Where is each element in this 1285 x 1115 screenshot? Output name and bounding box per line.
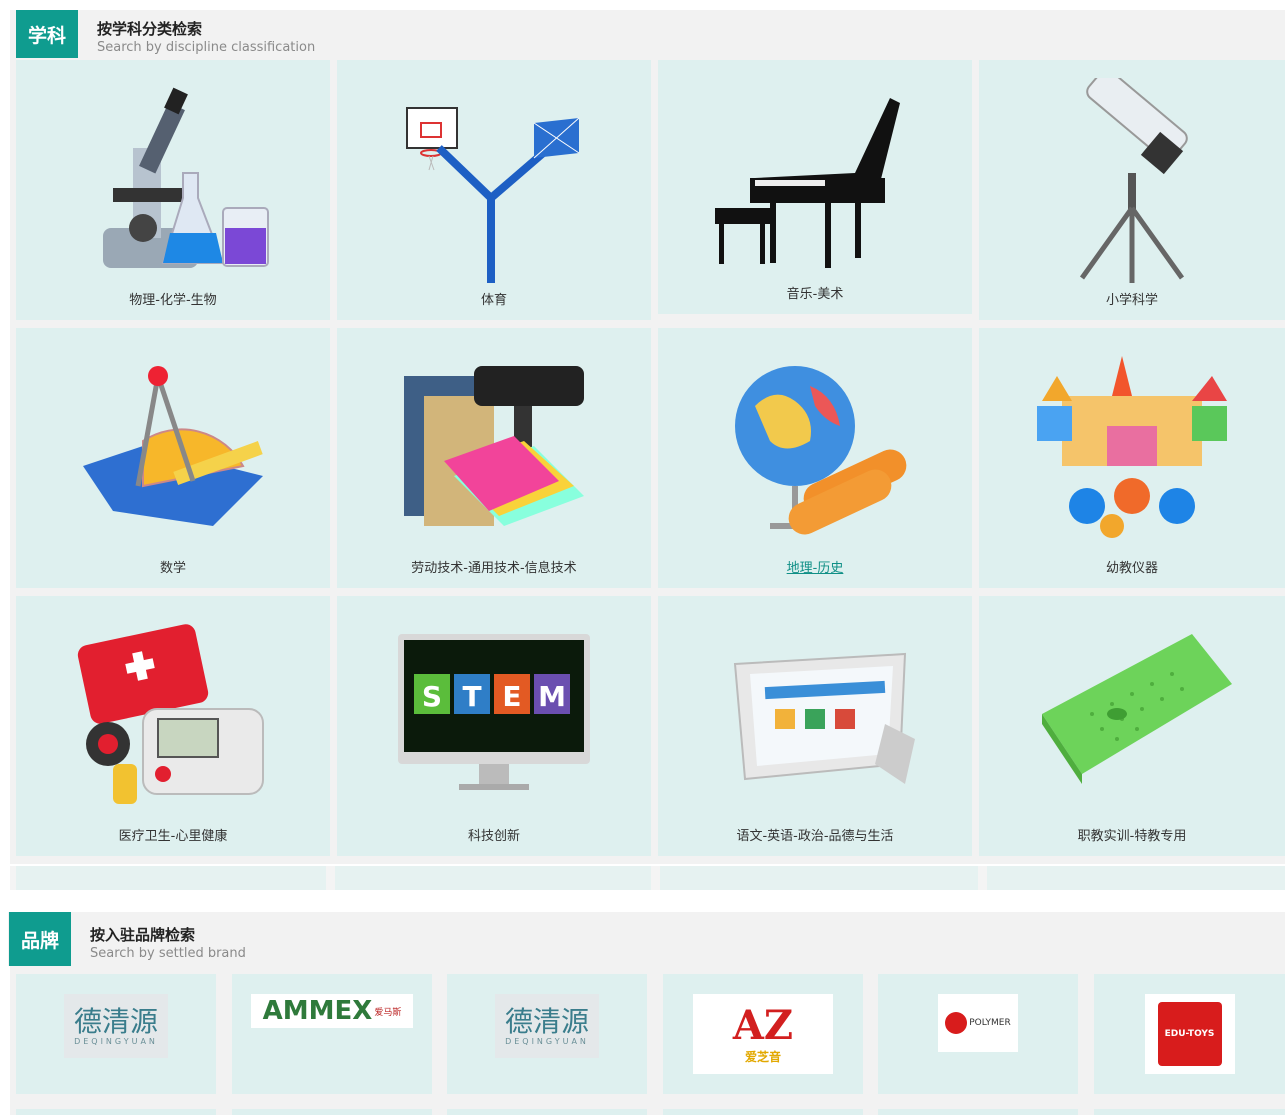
polymer-mark-icon [945, 1012, 968, 1034]
subject-section-header: 学科 按学科分类检索 Search by discipline classifi… [10, 10, 1285, 58]
subject-card-labor-tech[interactable]: 劳动技术-通用技术-信息技术 [337, 328, 651, 588]
subject-card-medical[interactable]: 医疗卫生-心里健康 [16, 596, 330, 856]
piano-icon [715, 98, 900, 268]
subject-section-title: 按学科分类检索 [97, 20, 203, 38]
brand-card[interactable]: 德清源 DEQINGYUAN [447, 974, 647, 1094]
subject-grid: 物理-化学-生物 体育 音乐-美术 小学科学 数学 劳动技术-通用技术-信息技术… [10, 58, 1285, 864]
edu-toys-logo: EDU-TOYS [1144, 994, 1235, 1074]
braille-board-icon [1042, 634, 1232, 784]
subject-label: 音乐-美术 [786, 287, 844, 302]
telescope-icon [1079, 78, 1188, 283]
ammex-logo: AMMEX 爱马斯 [251, 994, 413, 1028]
brand-card[interactable]: 德清源 DEQINGYUAN [16, 974, 216, 1094]
subject-label: 语文-英语-政治-品德与生活 [736, 829, 894, 844]
subject-card-sports[interactable]: 体育 [337, 60, 651, 320]
svg-text:S: S [422, 680, 442, 713]
subject-card-language-politics[interactable]: 语文-英语-政治-品德与生活 [658, 596, 972, 856]
toy-blocks-icon [1037, 356, 1227, 538]
subject-section-subtitle: Search by discipline classification [97, 40, 316, 55]
brand-grid: 德清源 DEQINGYUAN AMMEX 爱马斯 德清源 DEQINGYUAN … [10, 966, 1285, 1115]
subject-label: 小学科学 [1105, 293, 1158, 308]
globe-scroll-icon [735, 366, 907, 535]
subject-label: 数学 [159, 561, 186, 576]
polymer-logo: POLYMER [938, 994, 1018, 1052]
subject-label: 幼教仪器 [1105, 561, 1158, 576]
subject-label: 科技创新 [467, 829, 520, 844]
subject-card-math[interactable]: 数学 [16, 328, 330, 588]
subject-card-innovation[interactable]: S T E M 科技创新 [337, 596, 651, 856]
ghost-row [10, 866, 1285, 890]
subject-card-music-art[interactable]: 音乐-美术 [658, 60, 972, 314]
tablet-icon [733, 652, 915, 784]
svg-text:E: E [502, 680, 521, 713]
brand-tag: 品牌 [9, 912, 71, 966]
brand-section-header: 品牌 按入驻品牌检索 Search by settled brand [8, 912, 1285, 966]
subject-label: 职教实训-特教专用 [1077, 829, 1187, 844]
svg-text:T: T [462, 680, 481, 713]
subject-label-link[interactable]: 地理-历史 [658, 557, 972, 576]
brand-section-title: 按入驻品牌检索 [90, 926, 196, 944]
subject-tag: 学科 [16, 10, 78, 58]
subject-card-geography-history[interactable]: 地理-历史 [658, 328, 972, 588]
subject-card-primary-science[interactable]: 小学科学 [979, 60, 1285, 320]
workbench-paper-icon [404, 366, 584, 526]
subject-label: 物理-化学-生物 [129, 293, 217, 308]
az-logo: AZ 爱芝音 [693, 994, 833, 1074]
brand-section-subtitle: Search by settled brand [90, 946, 246, 961]
subject-label: 医疗卫生-心里健康 [118, 829, 228, 844]
brand-card[interactable]: POLYMER [878, 974, 1078, 1094]
microscope-flask-icon [103, 87, 269, 268]
subject-label: 体育 [480, 293, 507, 308]
subject-card-preschool[interactable]: 幼教仪器 [979, 328, 1285, 588]
svg-text:M: M [538, 680, 566, 713]
first-aid-kit-icon [77, 624, 264, 804]
subject-card-physics-chemistry-biology[interactable]: 物理-化学-生物 [16, 60, 330, 320]
deqingyuan-logo: 德清源 DEQINGYUAN [64, 994, 168, 1058]
subject-card-vocational[interactable]: 职教实训-特教专用 [979, 596, 1285, 856]
deqingyuan-logo: 德清源 DEQINGYUAN [495, 994, 599, 1058]
compass-ruler-icon [83, 366, 263, 526]
subject-label: 劳动技术-通用技术-信息技术 [411, 561, 577, 576]
brand-card[interactable]: AZ 爱芝音 [663, 974, 863, 1094]
stem-monitor-icon: S T E M [398, 634, 590, 790]
basketball-hoop-icon [406, 107, 580, 283]
brand-card[interactable]: AMMEX 爱马斯 [232, 974, 432, 1094]
brand-card[interactable]: EDU-TOYS [1094, 974, 1285, 1094]
